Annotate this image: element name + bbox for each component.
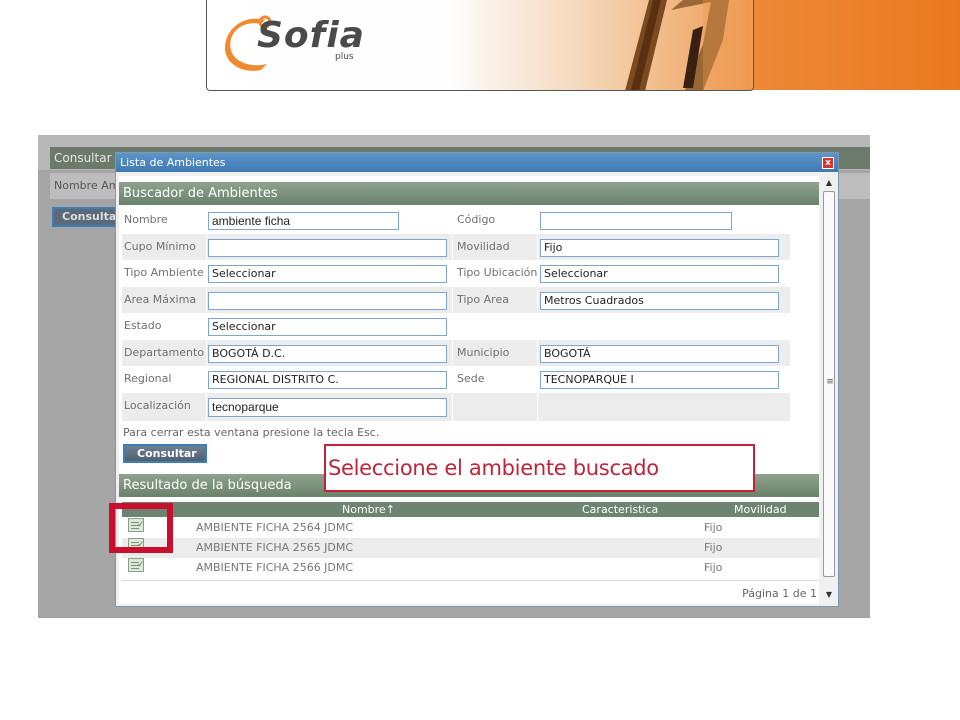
- estado-label: Estado: [124, 319, 162, 332]
- movilidad-label: Movilidad: [457, 240, 510, 253]
- sede-select[interactable]: TECNOPARQUE I: [540, 371, 779, 389]
- dialog-title: Lista de Ambientes: [116, 153, 838, 172]
- column-header-nombre[interactable]: Nombre↑: [342, 502, 395, 517]
- form-row: Departamento BOGOTÁ D.C. Municipio BOGOT…: [122, 340, 790, 366]
- municipio-label: Municipio: [457, 346, 510, 359]
- area-maxima-label: Area Máxima: [124, 293, 197, 306]
- localizacion-input[interactable]: tecnoparque: [208, 398, 447, 417]
- cupo-minimo-label: Cupo Mínimo: [124, 240, 196, 253]
- form-row: Tipo Ambiente Seleccionar Tipo Ubicación…: [122, 260, 790, 286]
- table-row[interactable]: AMBIENTE FICHA 2564 JDMC Fijo: [122, 518, 819, 538]
- form-row: Estado Seleccionar: [122, 313, 790, 339]
- codigo-label: Código: [457, 213, 496, 226]
- scroll-up-icon[interactable]: ▲: [821, 176, 837, 190]
- header-banner: Sofia plus: [0, 0, 960, 92]
- movilidad-select[interactable]: Fijo: [540, 239, 779, 257]
- regional-select[interactable]: REGIONAL DISTRITO C.: [208, 371, 447, 389]
- column-header-caracteristica[interactable]: Caracteristica: [582, 502, 658, 517]
- column-divider: [537, 287, 538, 313]
- grip-icon: ≡: [826, 377, 834, 387]
- row-movilidad: Fijo: [704, 521, 723, 534]
- form-row: Cupo Mínimo Movilidad Fijo: [122, 234, 790, 260]
- cupo-minimo-input[interactable]: [208, 239, 447, 257]
- nombre-label: Nombre: [124, 213, 168, 226]
- departamento-select[interactable]: BOGOTÁ D.C.: [208, 345, 447, 363]
- column-divider: [206, 393, 207, 421]
- logo-graphic-icon: [625, 0, 753, 90]
- row-movilidad: Fijo: [704, 541, 723, 554]
- regional-label: Regional: [124, 372, 172, 385]
- localizacion-label: Localización: [124, 399, 191, 412]
- column-divider: [206, 340, 207, 366]
- column-divider: [537, 234, 538, 260]
- row-nombre: AMBIENTE FICHA 2564 JDMC: [196, 521, 354, 534]
- table-row[interactable]: AMBIENTE FICHA 2565 JDMC Fijo: [122, 538, 819, 558]
- close-icon[interactable]: x: [822, 157, 834, 169]
- tipo-area-label: Tipo Area: [457, 293, 509, 306]
- column-divider: [206, 234, 207, 260]
- row-nombre: AMBIENTE FICHA 2565 JDMC: [196, 541, 354, 554]
- ambientes-dialog: Lista de Ambientes x Buscador de Ambient…: [115, 152, 839, 607]
- municipio-select[interactable]: BOGOTÁ: [540, 345, 779, 363]
- scroll-thumb[interactable]: ≡: [823, 191, 835, 577]
- tipo-area-select[interactable]: Metros Cuadrados: [540, 292, 779, 310]
- tipo-ubicacion-select[interactable]: Seleccionar: [540, 265, 779, 283]
- nombre-input[interactable]: ambiente ficha: [208, 212, 399, 230]
- dialog-body: Buscador de Ambientes Nombre ambiente fi…: [119, 176, 819, 604]
- search-section-title: Buscador de Ambientes: [119, 182, 819, 205]
- column-divider: [452, 393, 453, 421]
- banner-logo-box: Sofia plus: [206, 0, 754, 91]
- esc-note: Para cerrar esta ventana presione la tec…: [123, 426, 380, 439]
- background-consultar-button: Consulta: [52, 207, 118, 227]
- column-divider: [537, 393, 538, 421]
- sede-label: Sede: [457, 372, 485, 385]
- results-grid-header: Nombre↑ Caracteristica Movilidad: [122, 502, 819, 517]
- form-row: Area Máxima Tipo Area Metros Cuadrados: [122, 287, 790, 313]
- row-movilidad: Fijo: [704, 561, 723, 574]
- row-nombre: AMBIENTE FICHA 2566 JDMC: [196, 561, 354, 574]
- form-row: Regional REGIONAL DISTRITO C. Sede TECNO…: [122, 366, 790, 392]
- select-row-icon[interactable]: [128, 558, 145, 572]
- tipo-ubicacion-label: Tipo Ubicación: [457, 266, 538, 279]
- form-row: Localización tecnoparque: [122, 393, 790, 421]
- dialog-scrollbar[interactable]: ▲ ≡ ▼: [821, 176, 837, 604]
- column-header-movilidad[interactable]: Movilidad: [734, 502, 787, 517]
- column-divider: [452, 234, 453, 260]
- form-row: Nombre ambiente ficha Código: [122, 207, 790, 233]
- logo-text: Sofia: [257, 15, 365, 56]
- column-divider: [537, 340, 538, 366]
- highlight-box: [109, 503, 173, 553]
- logo-subtext: plus: [335, 52, 354, 62]
- column-divider: [452, 287, 453, 313]
- instruction-callout: Seleccione el ambiente buscado: [324, 444, 755, 492]
- codigo-input[interactable]: [540, 212, 732, 230]
- column-divider: [206, 287, 207, 313]
- tipo-ambiente-label: Tipo Ambiente: [124, 266, 204, 279]
- column-divider: [452, 340, 453, 366]
- tipo-ambiente-select[interactable]: Seleccionar: [208, 265, 447, 283]
- estado-select[interactable]: Seleccionar: [208, 318, 447, 336]
- departamento-label: Departamento: [124, 346, 205, 359]
- area-maxima-input[interactable]: [208, 292, 447, 310]
- pager: Página 1 de 1: [122, 580, 819, 604]
- scroll-down-icon[interactable]: ▼: [821, 588, 837, 602]
- consultar-button[interactable]: Consultar: [123, 444, 207, 463]
- table-row[interactable]: AMBIENTE FICHA 2566 JDMC Fijo: [122, 558, 819, 578]
